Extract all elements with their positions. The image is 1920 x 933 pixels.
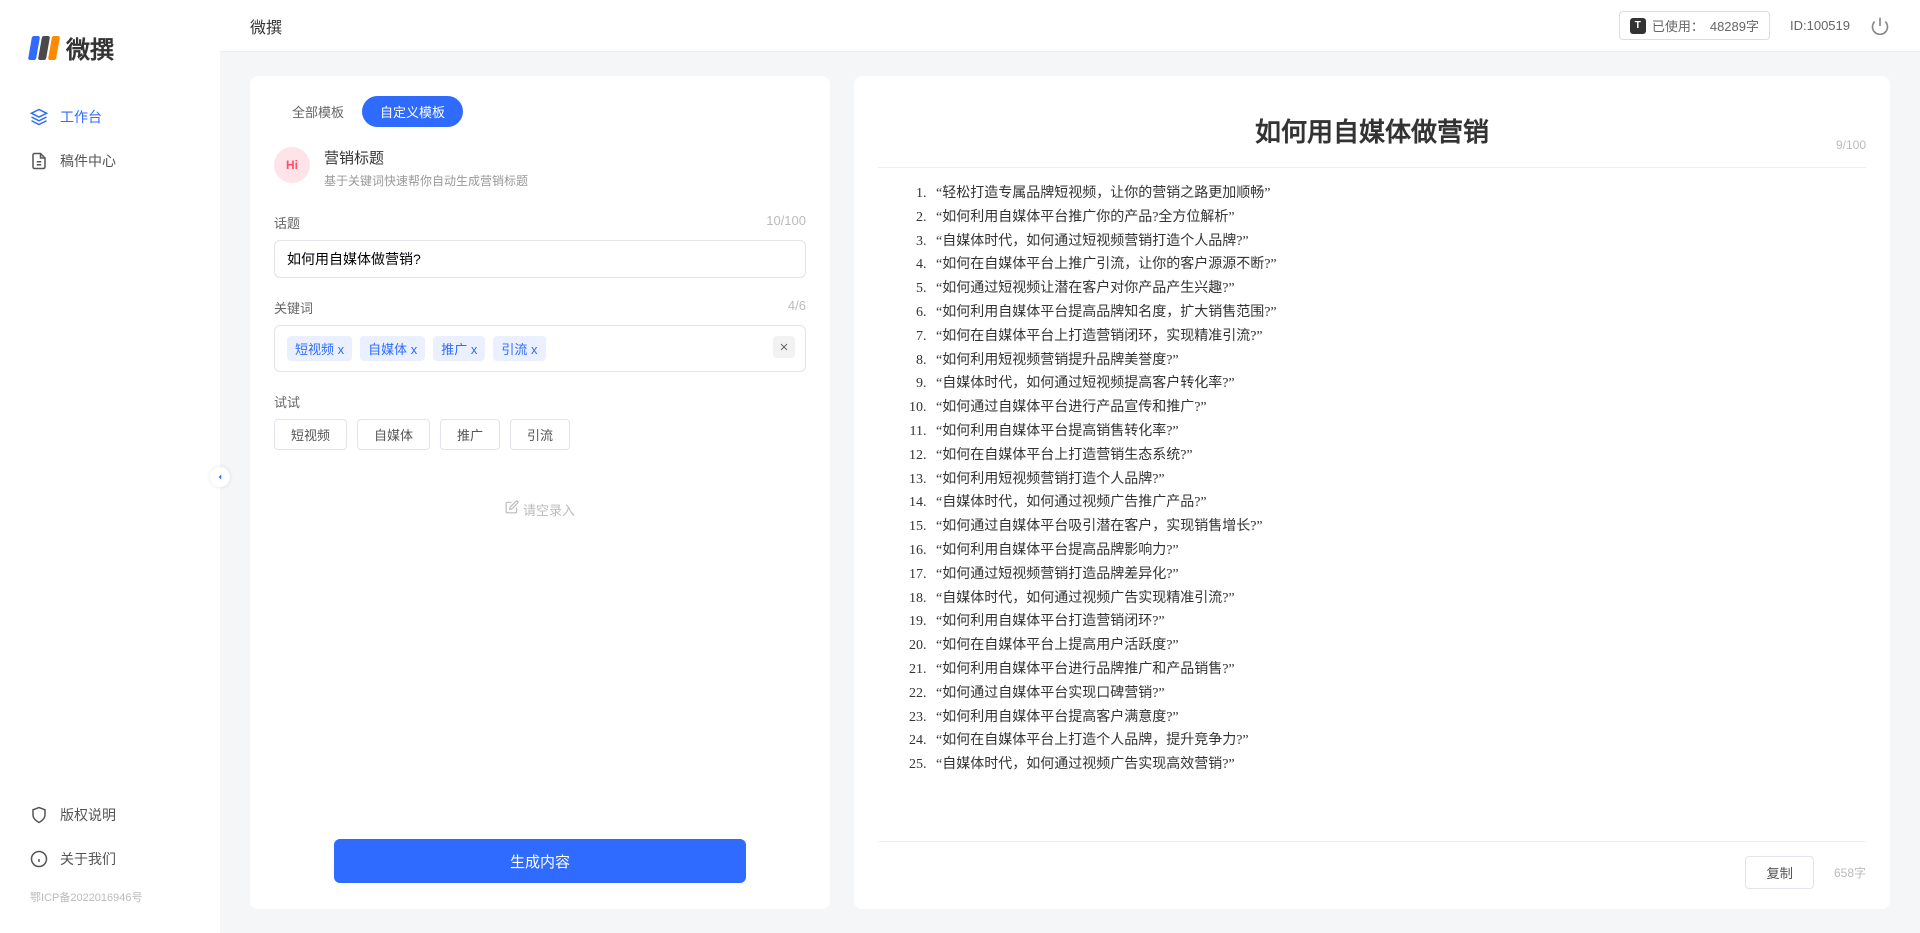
clear-tags-button[interactable]	[773, 336, 795, 358]
output-wordcount: 9/100	[1836, 138, 1866, 152]
power-icon[interactable]	[1870, 16, 1890, 36]
topic-counter: 10/100	[766, 213, 806, 232]
output-item: “如何利用自媒体平台提高品牌知名度，扩大销售范围?”	[930, 301, 1858, 325]
output-item: “如何通过短视频营销打造品牌差异化?”	[930, 563, 1858, 587]
template-tabs: 全部模板 自定义模板	[274, 96, 806, 127]
output-title: 如何用自媒体做营销	[878, 96, 1866, 155]
topic-field: 话题 10/100	[274, 213, 806, 278]
keywords-field: 关键词 4/6 短视频 x 自媒体 x 推广 x 引流 x	[274, 298, 806, 372]
output-item: “自媒体时代，如何通过视频广告实现精准引流?”	[930, 587, 1858, 611]
output-item: “如何利用短视频营销提升品牌美誉度?”	[930, 349, 1858, 373]
shield-icon	[30, 806, 48, 824]
keyword-tag[interactable]: 自媒体 x	[360, 336, 425, 361]
output-footer: 复制 658字	[878, 841, 1866, 889]
info-icon	[30, 850, 48, 868]
suggest-chip[interactable]: 短视频	[274, 419, 347, 450]
output-item: “自媒体时代，如何通过视频广告推广产品?”	[930, 491, 1858, 515]
text-square-icon: T	[1630, 18, 1646, 34]
hint-text: 请空录入	[523, 500, 575, 519]
usage-prefix: 已使用：	[1652, 16, 1704, 35]
cube-icon	[30, 108, 48, 126]
logo: 微撰	[0, 30, 220, 95]
sidebar-collapse-button[interactable]	[210, 467, 230, 487]
output-item: “如何在自媒体平台上打造营销生态系统?”	[930, 444, 1858, 468]
user-id: ID:100519	[1790, 18, 1850, 33]
doc-icon	[30, 152, 48, 170]
output-item: “如何利用自媒体平台提高客户满意度?”	[930, 706, 1858, 730]
keyword-tag[interactable]: 短视频 x	[287, 336, 352, 361]
edit-icon	[505, 500, 519, 514]
output-item: “如何在自媒体平台上推广引流，让你的客户源源不断?”	[930, 253, 1858, 277]
output-item: “自媒体时代，如何通过视频广告实现高效营销?”	[930, 753, 1858, 777]
nav-item-copyright[interactable]: 版权说明	[0, 793, 220, 837]
nav-label: 关于我们	[60, 849, 116, 869]
usage-value: 48289字	[1710, 16, 1759, 35]
template-hi-icon: Hi	[274, 147, 310, 183]
icp-footer: 鄂ICP备2022016946号	[0, 881, 220, 913]
usage-badge[interactable]: T 已使用： 48289字	[1619, 11, 1770, 40]
template-desc: 基于关键词快速帮你自动生成营销标题	[324, 172, 528, 189]
output-item: “如何通过自媒体平台吸引潜在客户，实现销售增长?”	[930, 515, 1858, 539]
keyword-tag[interactable]: 引流 x	[493, 336, 545, 361]
keywords-input[interactable]: 短视频 x 自媒体 x 推广 x 引流 x	[274, 325, 806, 372]
template-header: Hi 营销标题 基于关键词快速帮你自动生成营销标题	[274, 147, 806, 189]
output-item: “如何利用自媒体平台推广你的产品?全方位解析”	[930, 206, 1858, 230]
nav-item-drafts[interactable]: 稿件中心	[0, 139, 220, 183]
page-title: 微撰	[250, 14, 282, 38]
generate-button[interactable]: 生成内容	[334, 839, 746, 883]
sidebar: 微撰 工作台 稿件中心 版权说明 关于我们 鄂ICP备2022016946号	[0, 0, 220, 933]
nav-primary: 工作台 稿件中心	[0, 95, 220, 793]
output-item: “如何利用自媒体平台打造营销闭环?”	[930, 610, 1858, 634]
chevron-left-icon	[215, 472, 225, 482]
output-panel: 如何用自媒体做营销 9/100 “轻松打造专属品牌短视频，让你的营销之路更加顺畅…	[854, 76, 1890, 909]
output-item: “自媒体时代，如何通过短视频营销打造个人品牌?”	[930, 230, 1858, 254]
x-icon	[778, 341, 790, 353]
tab-all-templates[interactable]: 全部模板	[274, 96, 362, 127]
nav-label: 版权说明	[60, 805, 116, 825]
copy-button[interactable]: 复制	[1745, 856, 1814, 889]
output-item: “如何在自媒体平台上提高用户活跃度?”	[930, 634, 1858, 658]
output-item: “如何通过自媒体平台实现口碑营销?”	[930, 682, 1858, 706]
input-panel: 全部模板 自定义模板 Hi 营销标题 基于关键词快速帮你自动生成营销标题 话题 …	[250, 76, 830, 909]
nav-lower: 版权说明 关于我们 鄂ICP备2022016946号	[0, 793, 220, 933]
output-item: “轻松打造专属品牌短视频，让你的营销之路更加顺畅”	[930, 182, 1858, 206]
output-item: “如何在自媒体平台上打造营销闭环，实现精准引流?”	[930, 325, 1858, 349]
logo-mark-icon	[30, 36, 58, 60]
hint-area: 请空录入	[274, 470, 806, 839]
keywords-counter: 4/6	[788, 298, 806, 317]
output-item: “如何利用自媒体平台进行品牌推广和产品销售?”	[930, 658, 1858, 682]
logo-text: 微撰	[66, 30, 114, 65]
topbar: 微撰 T 已使用： 48289字 ID:100519	[220, 0, 1920, 52]
topic-label: 话题	[274, 213, 300, 232]
output-item: “如何在自媒体平台上打造个人品牌，提升竞争力?”	[930, 729, 1858, 753]
output-item: “如何利用自媒体平台提高销售转化率?”	[930, 420, 1858, 444]
nav-item-about[interactable]: 关于我们	[0, 837, 220, 881]
keywords-label: 关键词	[274, 298, 313, 317]
output-item: “如何利用自媒体平台提高品牌影响力?”	[930, 539, 1858, 563]
output-item: “如何利用短视频营销打造个人品牌?”	[930, 468, 1858, 492]
suggest-field: 试试 短视频自媒体推广引流	[274, 392, 806, 450]
nav-label: 稿件中心	[60, 151, 116, 171]
template-title: 营销标题	[324, 147, 528, 168]
suggest-label: 试试	[274, 392, 300, 411]
output-list: “轻松打造专属品牌短视频，让你的营销之路更加顺畅”“如何利用自媒体平台推广你的产…	[878, 182, 1866, 841]
char-count: 658字	[1834, 864, 1866, 881]
keyword-tag[interactable]: 推广 x	[433, 336, 485, 361]
suggest-chip[interactable]: 自媒体	[357, 419, 430, 450]
topic-input[interactable]	[274, 240, 806, 278]
suggest-chip[interactable]: 推广	[440, 419, 500, 450]
output-item: “自媒体时代，如何通过短视频提高客户转化率?”	[930, 372, 1858, 396]
divider	[878, 167, 1866, 168]
suggest-chip[interactable]: 引流	[510, 419, 570, 450]
output-item: “如何通过自媒体平台进行产品宣传和推广?”	[930, 396, 1858, 420]
nav-item-workspace[interactable]: 工作台	[0, 95, 220, 139]
nav-label: 工作台	[60, 107, 102, 127]
output-item: “如何通过短视频让潜在客户对你产品产生兴趣?”	[930, 277, 1858, 301]
tab-custom-templates[interactable]: 自定义模板	[362, 96, 463, 127]
